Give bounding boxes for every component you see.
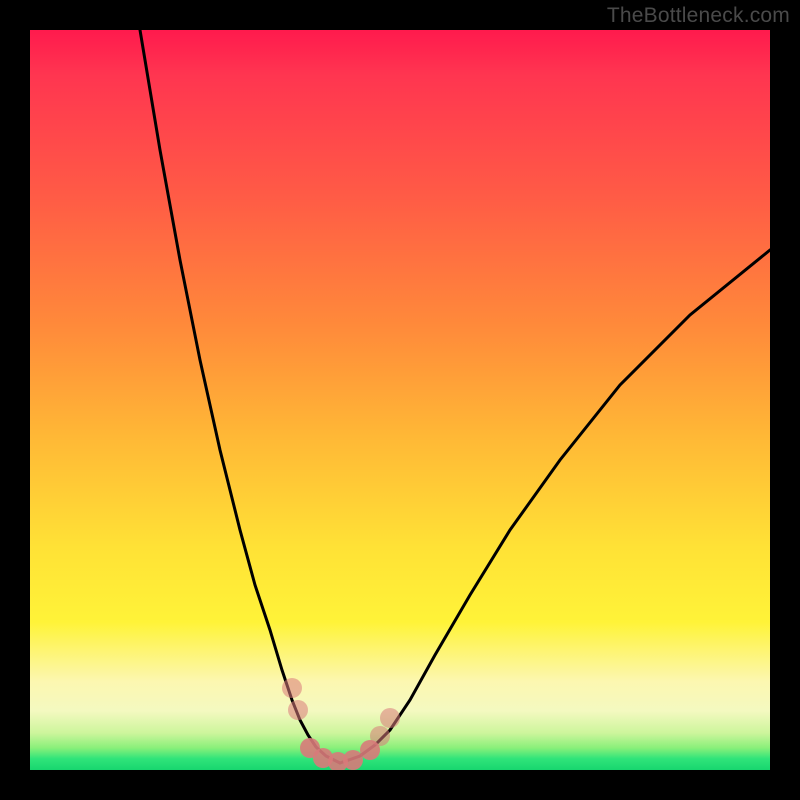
curve-layer (30, 30, 770, 770)
left-curve (140, 30, 340, 763)
plot-area (30, 30, 770, 770)
marker-dot (288, 700, 308, 720)
marker-dot (370, 726, 390, 746)
watermark-text: TheBottleneck.com (607, 4, 790, 28)
chart-frame: TheBottleneck.com (0, 0, 800, 800)
marker-dot (380, 708, 400, 728)
bottom-markers (282, 678, 400, 770)
right-curve (340, 250, 770, 763)
marker-dot (343, 750, 363, 770)
marker-dot (282, 678, 302, 698)
